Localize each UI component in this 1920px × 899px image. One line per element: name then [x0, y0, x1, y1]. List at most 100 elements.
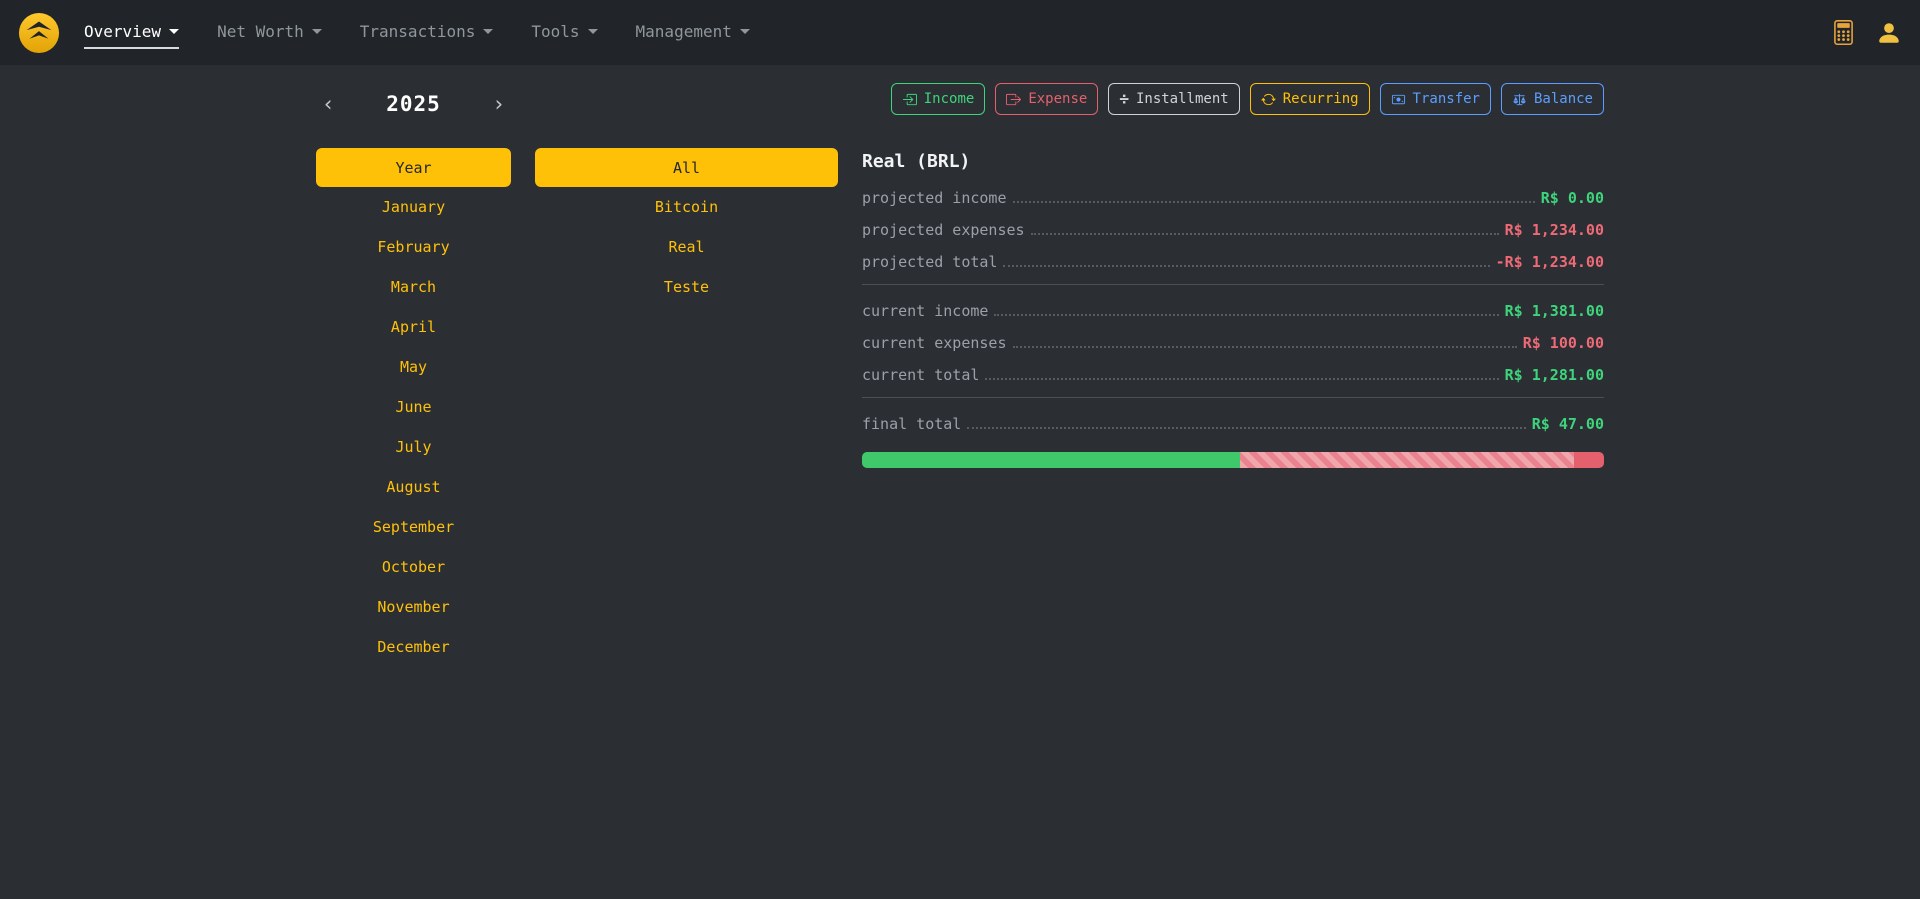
transfer-button-label: Transfer	[1413, 90, 1480, 108]
box-arrow-in-right-icon	[902, 92, 917, 107]
summary-row-current-expenses: current expenses R$ 100.00	[862, 333, 1604, 353]
chevron-down-icon	[588, 29, 598, 34]
year-navigation: ‹ 2025 ›	[316, 89, 511, 119]
month-item[interactable]: June	[316, 387, 511, 427]
divide-icon: ÷	[1119, 92, 1129, 106]
nav-item-label: Overview	[84, 22, 161, 41]
row-label: projected total	[862, 252, 997, 272]
account-item[interactable]: Teste	[535, 267, 838, 307]
transfer-button[interactable]: Transfer	[1380, 83, 1491, 115]
divider	[862, 284, 1604, 285]
month-item[interactable]: July	[316, 427, 511, 467]
main-nav: Overview Net Worth Transactions Tools Ma…	[84, 22, 1831, 43]
chevron-down-icon	[483, 29, 493, 34]
brand-logo[interactable]	[18, 12, 60, 54]
account-list: Bitcoin Real Teste	[535, 187, 838, 307]
month-item[interactable]: December	[316, 627, 511, 667]
summary-row-current-total: current total R$ 1,281.00	[862, 365, 1604, 385]
summary-row-projected-expenses: projected expenses R$ 1,234.00	[862, 220, 1604, 240]
accounts-panel: All Bitcoin Real Teste	[535, 83, 838, 667]
transaction-action-buttons: Income Expense ÷ Installment Recurring	[862, 83, 1604, 115]
nav-item-label: Transactions	[360, 22, 476, 41]
income-button-label: Income	[924, 90, 975, 108]
row-value: R$ 1,381.00	[1505, 301, 1604, 321]
month-item[interactable]: September	[316, 507, 511, 547]
summary-panel: Income Expense ÷ Installment Recurring	[862, 83, 1604, 667]
prev-year-button[interactable]: ‹	[318, 92, 339, 117]
main-content: ‹ 2025 › Year January February March Apr…	[316, 65, 1604, 667]
row-value: -R$ 1,234.00	[1496, 252, 1604, 272]
user-icon[interactable]	[1876, 20, 1902, 46]
year-label: 2025	[386, 92, 441, 116]
recurring-button-label: Recurring	[1283, 90, 1359, 108]
dotted-leader	[1031, 233, 1499, 235]
next-year-button[interactable]: ›	[488, 92, 509, 117]
arrow-repeat-icon	[1261, 92, 1276, 107]
summary-row-current-income: current income R$ 1,381.00	[862, 301, 1604, 321]
year-button[interactable]: Year	[316, 148, 511, 187]
month-item[interactable]: April	[316, 307, 511, 347]
calculator-icon[interactable]	[1831, 20, 1856, 45]
dotted-leader	[1013, 201, 1535, 203]
month-item[interactable]: November	[316, 587, 511, 627]
month-item[interactable]: August	[316, 467, 511, 507]
month-list: January February March April May June Ju…	[316, 187, 511, 667]
currency-summary-title: Real (BRL)	[862, 151, 1604, 172]
income-button[interactable]: Income	[891, 83, 986, 115]
nav-item-net-worth[interactable]: Net Worth	[217, 22, 322, 49]
row-value: R$ 1,234.00	[1505, 220, 1604, 240]
bird-logo-icon	[18, 12, 60, 54]
account-item[interactable]: Real	[535, 227, 838, 267]
nav-item-overview[interactable]: Overview	[84, 22, 179, 49]
balance-button-label: Balance	[1534, 90, 1593, 108]
row-label: final total	[862, 414, 961, 434]
expense-button-label: Expense	[1028, 90, 1087, 108]
chevron-down-icon	[740, 29, 750, 34]
progress-segment-current-expenses	[1574, 452, 1604, 468]
dotted-leader	[1013, 346, 1517, 348]
summary-row-projected-income: projected income R$ 0.00	[862, 188, 1604, 208]
all-accounts-button[interactable]: All	[535, 148, 838, 187]
dotted-leader	[985, 378, 1498, 380]
scales-icon	[1512, 92, 1527, 107]
dotted-leader	[994, 314, 1498, 316]
nav-item-management[interactable]: Management	[636, 22, 750, 49]
nav-item-transactions[interactable]: Transactions	[360, 22, 494, 49]
row-value: R$ 100.00	[1523, 333, 1604, 353]
installment-button-label: Installment	[1136, 90, 1229, 108]
balance-button[interactable]: Balance	[1501, 83, 1604, 115]
dotted-leader	[967, 427, 1525, 429]
nav-item-label: Net Worth	[217, 22, 304, 41]
chevron-down-icon	[169, 29, 179, 34]
row-value: R$ 1,281.00	[1505, 365, 1604, 385]
navbar-right-icons	[1831, 20, 1902, 46]
box-arrow-right-icon	[1006, 92, 1021, 107]
expense-button[interactable]: Expense	[995, 83, 1098, 115]
month-item[interactable]: October	[316, 547, 511, 587]
row-label: current expenses	[862, 333, 1007, 353]
progress-segment-income	[862, 452, 1240, 468]
row-label: projected expenses	[862, 220, 1025, 240]
summary-progress-bar	[862, 452, 1604, 468]
month-item[interactable]: May	[316, 347, 511, 387]
cash-icon	[1391, 92, 1406, 107]
month-item[interactable]: January	[316, 187, 511, 227]
nav-item-label: Tools	[531, 22, 579, 41]
row-value: R$ 0.00	[1541, 188, 1604, 208]
dotted-leader	[1003, 265, 1489, 267]
summary-row-projected-total: projected total -R$ 1,234.00	[862, 252, 1604, 272]
summary-row-final-total: final total R$ 47.00	[862, 414, 1604, 434]
row-value: R$ 47.00	[1532, 414, 1604, 434]
month-item[interactable]: March	[316, 267, 511, 307]
row-label: projected income	[862, 188, 1007, 208]
row-label: current income	[862, 301, 988, 321]
row-label: current total	[862, 365, 979, 385]
nav-item-tools[interactable]: Tools	[531, 22, 597, 49]
divider	[862, 397, 1604, 398]
top-navbar: Overview Net Worth Transactions Tools Ma…	[0, 0, 1920, 65]
month-item[interactable]: February	[316, 227, 511, 267]
recurring-button[interactable]: Recurring	[1250, 83, 1370, 115]
chevron-down-icon	[312, 29, 322, 34]
installment-button[interactable]: ÷ Installment	[1108, 83, 1239, 115]
account-item[interactable]: Bitcoin	[535, 187, 838, 227]
